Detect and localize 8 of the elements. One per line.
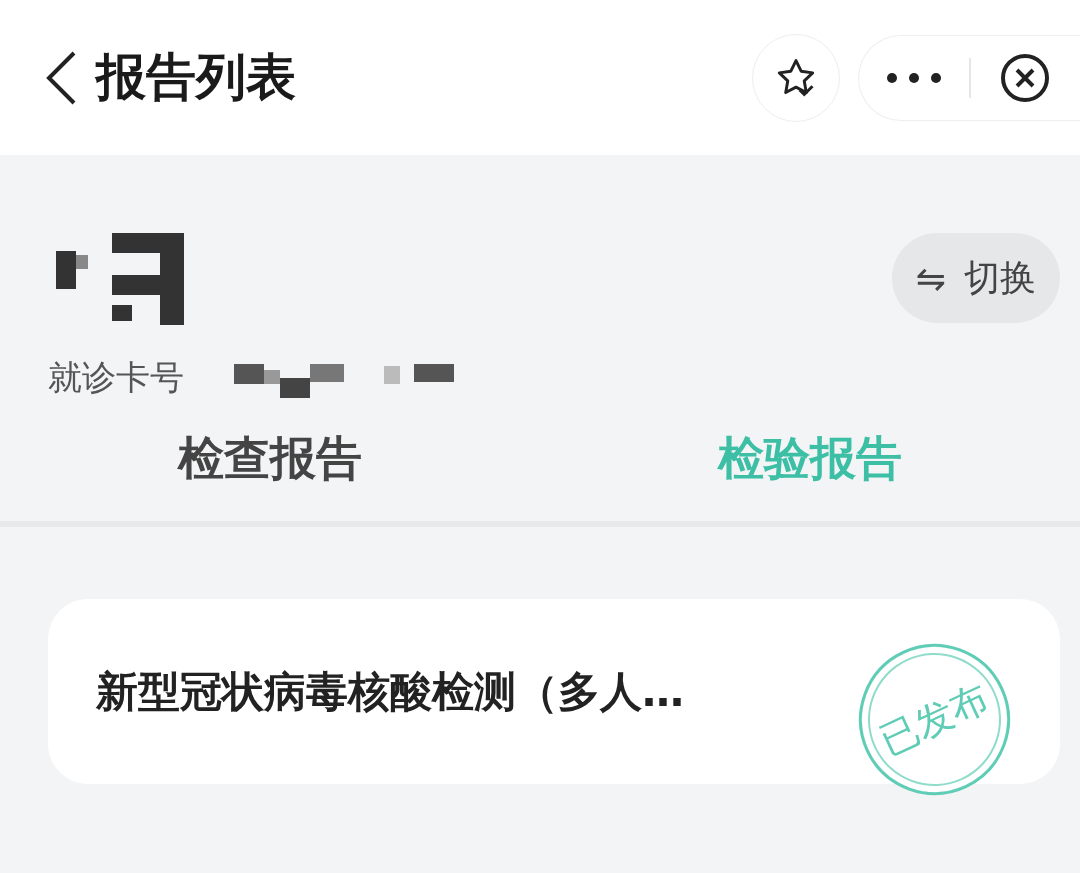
- page-title: 报告列表: [96, 47, 297, 108]
- back-icon[interactable]: [44, 49, 78, 106]
- report-tab[interactable]: 检查报告: [0, 421, 540, 521]
- switch-button[interactable]: ⇋ 切换: [891, 233, 1060, 323]
- more-icon: [885, 71, 942, 84]
- card-number-label: 就诊卡号: [48, 356, 184, 399]
- report-title: 新型冠状病毒核酸检测（多人…: [96, 665, 684, 718]
- close-icon: [999, 51, 1052, 104]
